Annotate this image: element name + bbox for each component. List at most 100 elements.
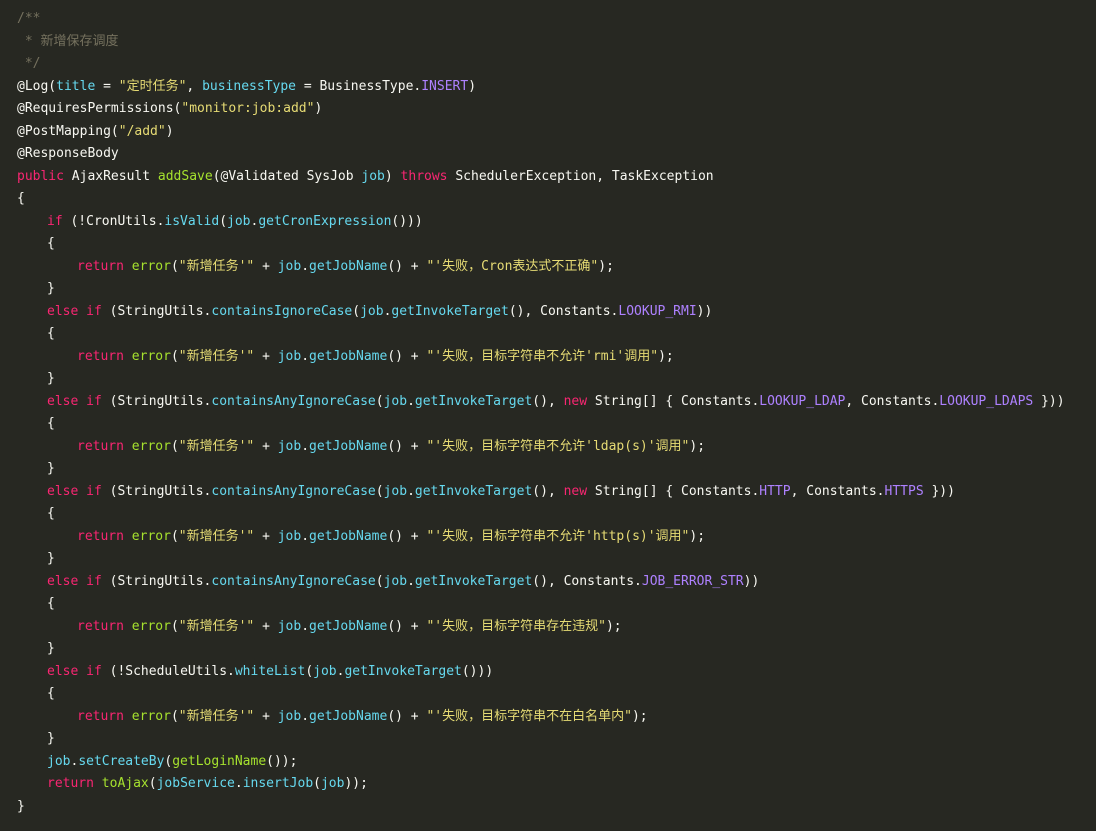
code-token: LOOKUP_RMI	[618, 303, 697, 319]
code-line: public AjaxResult addSave(@Validated Sys…	[17, 166, 1065, 189]
code-token: (!ScheduleUtils.	[101, 663, 235, 679]
code-token: getJobName	[309, 618, 388, 634]
code-token: JOB_ERROR_STR	[641, 573, 744, 589]
code-token: getCronExpression	[258, 213, 392, 229]
code-token: @Log(	[17, 78, 57, 94]
code-token: getInvokeTarget	[391, 303, 509, 319]
code-line: return toAjax(jobService.insertJob(job))…	[17, 773, 1065, 796]
code-token: whiteList	[234, 663, 306, 679]
code-line: }	[17, 368, 1065, 391]
code-token: containsAnyIgnoreCase	[211, 483, 376, 499]
code-token: +	[254, 438, 278, 454]
code-token: }	[17, 798, 25, 814]
code-editor[interactable]: /** * 新增保存调度 */ @Log(title = "定时任务", busi…	[17, 8, 1065, 818]
code-token: .	[407, 483, 415, 499]
code-token: (),	[532, 393, 564, 409]
code-token: if	[47, 213, 63, 229]
code-line: job.setCreateBy(getLoginName());	[17, 751, 1065, 774]
code-token: job	[47, 753, 71, 769]
code-token: jobService	[156, 776, 235, 791]
code-token: @PostMapping(	[17, 123, 119, 139]
code-token: (	[170, 258, 179, 274]
code-token: {	[47, 416, 55, 431]
code-token: title	[56, 78, 96, 94]
code-token: {	[47, 686, 55, 701]
code-token: )	[384, 168, 401, 184]
code-token: = BusinessType.	[296, 78, 422, 94]
code-token: INSERT	[421, 78, 469, 94]
code-token: addSave	[157, 168, 213, 184]
code-token: job	[277, 708, 302, 724]
code-token: {	[47, 326, 55, 341]
code-line: else if (StringUtils.containsAnyIgnoreCa…	[17, 571, 1065, 594]
code-token: .	[301, 258, 310, 274]
code-line: }	[17, 638, 1065, 661]
code-token: (@Validated SysJob	[212, 168, 362, 184]
code-token: job	[277, 618, 302, 634]
code-token: "新增任务'"	[178, 438, 255, 454]
code-token: getInvokeTarget	[344, 663, 462, 679]
code-token: job	[361, 168, 385, 184]
code-line: @RequiresPermissions("monitor:job:add")	[17, 98, 1065, 121]
code-token: , Constants.	[790, 483, 885, 499]
code-token: "新增任务'"	[178, 618, 255, 634]
code-token: containsAnyIgnoreCase	[211, 393, 376, 409]
code-token: (StringUtils.	[101, 393, 212, 409]
code-token: .	[301, 528, 310, 544]
code-token: job	[277, 348, 302, 364]
code-token: else if	[47, 303, 102, 319]
code-token: () +	[387, 258, 427, 274]
code-token: error	[131, 258, 171, 274]
code-token: "monitor:job:add"	[181, 101, 315, 116]
code-token: .	[234, 776, 243, 791]
code-token: );	[605, 618, 622, 634]
code-token: AjaxResult	[63, 168, 158, 184]
code-line: @PostMapping("/add")	[17, 121, 1065, 144]
code-token: }	[47, 731, 55, 746]
code-token: job	[320, 776, 345, 791]
code-token: (	[170, 438, 179, 454]
code-line: {	[17, 323, 1065, 346]
code-token: ()))	[461, 663, 494, 679]
code-token: (	[375, 393, 384, 409]
code-token: (	[219, 213, 228, 229]
code-token: else if	[47, 663, 102, 679]
code-token: @ResponseBody	[17, 146, 119, 161]
code-line: return error("新增任务'" + job.getJobName() …	[17, 436, 1065, 459]
code-token: job	[277, 528, 302, 544]
code-token: (	[375, 573, 384, 589]
code-token: +	[254, 348, 278, 364]
code-token: ));	[344, 776, 368, 791]
code-token: return	[77, 258, 124, 274]
code-token: );	[631, 708, 648, 724]
code-token: (), Constants.	[532, 573, 642, 589]
code-token: );	[689, 438, 706, 454]
code-token: =	[95, 78, 119, 94]
code-token: )	[314, 101, 323, 116]
code-token: else if	[47, 573, 102, 589]
code-token: getInvokeTarget	[414, 483, 533, 499]
code-token: getInvokeTarget	[414, 393, 533, 409]
code-line: return error("新增任务'" + job.getJobName() …	[17, 526, 1065, 549]
code-token: containsIgnoreCase	[211, 303, 353, 319]
code-line: {	[17, 233, 1065, 256]
code-token: "新增任务'"	[178, 258, 255, 274]
code-token: ))	[696, 303, 713, 319]
code-token: job	[313, 663, 337, 679]
code-line: else if (!ScheduleUtils.whiteList(job.ge…	[17, 661, 1065, 684]
code-line: return error("新增任务'" + job.getJobName() …	[17, 706, 1065, 729]
code-token: error	[131, 708, 171, 724]
code-token: * 新增保存调度	[17, 33, 119, 49]
code-token: }	[47, 641, 55, 656]
code-token: }))	[1033, 393, 1065, 409]
code-token: (StringUtils.	[101, 573, 212, 589]
code-line: }	[17, 278, 1065, 301]
code-line: }	[17, 796, 1065, 819]
code-token: +	[254, 618, 278, 634]
code-token: "'失败，目标字符串不在白名单内"	[426, 708, 632, 724]
code-token: }	[47, 371, 55, 386]
code-token: else if	[47, 483, 102, 499]
code-line: else if (StringUtils.containsAnyIgnoreCa…	[17, 481, 1065, 504]
